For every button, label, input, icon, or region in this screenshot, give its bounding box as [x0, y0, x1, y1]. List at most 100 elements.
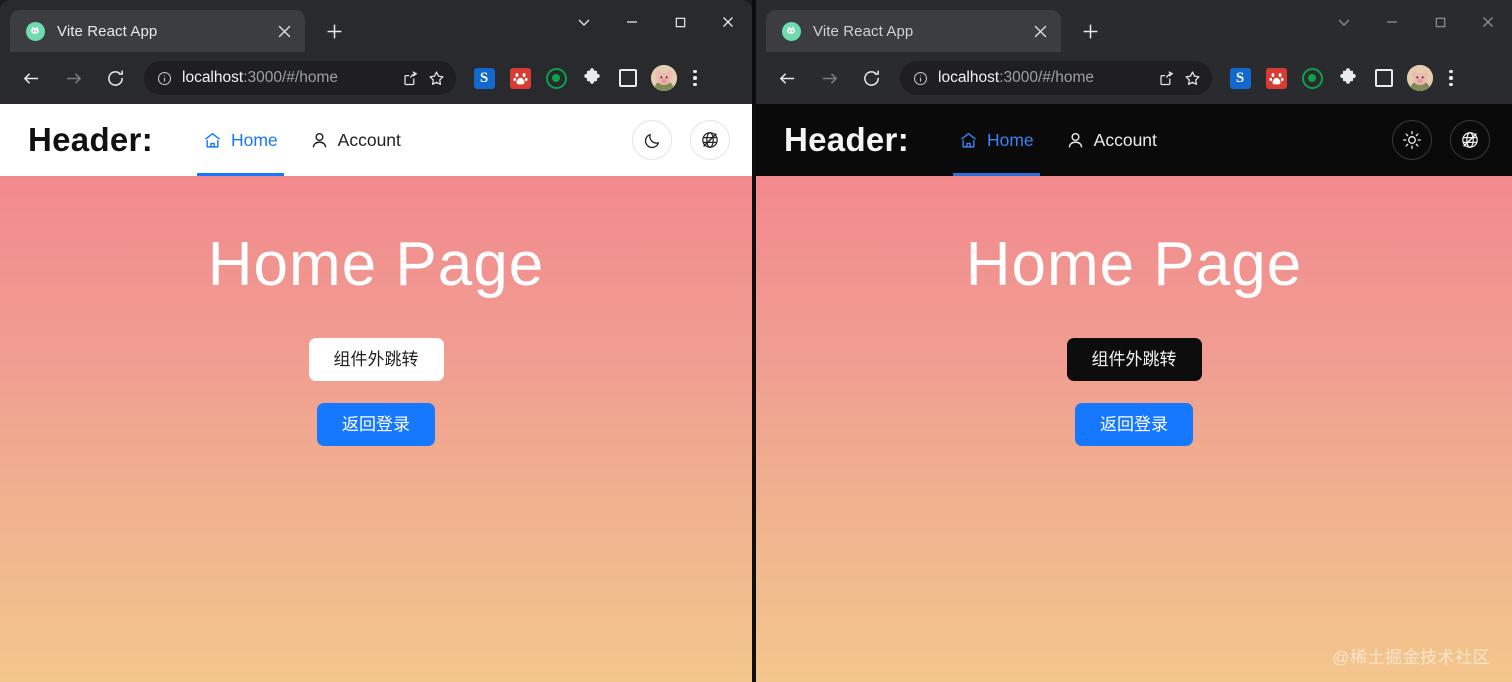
language-toggle-button[interactable]	[1450, 120, 1490, 160]
tab-close-icon[interactable]	[273, 20, 295, 42]
nav-item-label: Home	[986, 129, 1034, 150]
app-nav: Home Account	[943, 104, 1173, 176]
dual-window-screenshot: Vite React App localhost:3000/#/home S H…	[0, 0, 1512, 682]
puzzle-extensions-icon[interactable]	[1330, 61, 1366, 95]
rabbit-favicon	[26, 21, 45, 41]
web-page-dark: Header: Home Account Home Page 组件外跳转 返回登…	[756, 104, 1512, 682]
new-tab-button[interactable]	[1075, 16, 1105, 46]
app-nav: Home Account	[187, 104, 417, 176]
sogou-extension-icon[interactable]: S	[466, 61, 502, 95]
browser-window-dark: Vite React App localhost:3000/#/home S H…	[756, 0, 1512, 682]
nav-item-label: Account	[337, 129, 401, 150]
nav-item-account[interactable]: Account	[294, 104, 417, 176]
sidepanel-icon[interactable]	[1366, 61, 1402, 95]
share-icon[interactable]	[398, 66, 422, 90]
sidepanel-icon[interactable]	[610, 61, 646, 95]
nav-item-home[interactable]: Home	[187, 104, 294, 176]
window-controls	[1320, 0, 1512, 44]
tab-title: Vite React App	[57, 22, 158, 40]
star-icon[interactable]	[1180, 66, 1204, 90]
close-icon[interactable]	[704, 0, 752, 44]
reload-icon[interactable]	[98, 61, 132, 95]
share-icon[interactable]	[1154, 66, 1178, 90]
close-icon[interactable]	[1464, 0, 1512, 44]
page-title: Header:	[28, 121, 153, 158]
baidu-extension-icon[interactable]	[502, 61, 538, 95]
hero-title: Home Page	[965, 230, 1303, 299]
user-icon	[1066, 131, 1085, 150]
url-text: localhost:3000/#/home	[182, 69, 396, 87]
extensions-row: S	[1222, 61, 1464, 95]
target-ring-extension-icon[interactable]	[1294, 61, 1330, 95]
new-tab-button[interactable]	[319, 16, 349, 46]
tab-strip: Vite React App	[756, 0, 1512, 52]
kebab-menu-icon[interactable]	[1438, 61, 1464, 95]
url-host: localhost	[182, 69, 244, 86]
header-actions	[1392, 120, 1490, 160]
forward-arrow-icon[interactable]	[56, 61, 90, 95]
moon-icon	[643, 131, 662, 150]
page-title: Header:	[784, 121, 909, 158]
user-icon	[310, 131, 329, 150]
window-controls	[560, 0, 752, 44]
url-text: localhost:3000/#/home	[938, 69, 1152, 87]
profile-avatar[interactable]	[1402, 61, 1438, 95]
tab-title: Vite React App	[813, 22, 914, 40]
globe-slash-icon	[700, 130, 720, 150]
url-host: localhost	[938, 69, 1000, 86]
star-icon[interactable]	[424, 66, 448, 90]
browser-window-light: Vite React App localhost:3000/#/home S H…	[0, 0, 752, 682]
minimize-icon[interactable]	[608, 0, 656, 44]
maximize-icon[interactable]	[656, 0, 704, 44]
url-path: :3000/#/home	[999, 69, 1094, 86]
kebab-menu-icon[interactable]	[682, 61, 708, 95]
hero-title: Home Page	[207, 230, 545, 299]
target-ring-extension-icon[interactable]	[538, 61, 574, 95]
nav-item-label: Account	[1093, 129, 1157, 150]
rabbit-favicon	[782, 21, 801, 41]
watermark: @稀土掘金技术社区	[1332, 648, 1490, 667]
extensions-row: S	[466, 61, 708, 95]
globe-slash-icon	[1460, 130, 1480, 150]
address-bar[interactable]: localhost:3000/#/home	[900, 61, 1212, 95]
browser-toolbar: localhost:3000/#/home S	[0, 52, 752, 104]
nav-item-account[interactable]: Account	[1050, 104, 1173, 176]
info-circle-icon[interactable]	[154, 68, 174, 88]
reload-icon[interactable]	[854, 61, 888, 95]
external-jump-button[interactable]: 组件外跳转	[308, 338, 444, 381]
maximize-icon[interactable]	[1416, 0, 1464, 44]
minimize-icon[interactable]	[1368, 0, 1416, 44]
back-to-login-button[interactable]: 返回登录	[1075, 403, 1193, 446]
home-icon	[203, 131, 222, 150]
forward-arrow-icon[interactable]	[812, 61, 846, 95]
app-header: Header: Home Account	[756, 104, 1512, 176]
browser-toolbar: localhost:3000/#/home S	[756, 52, 1512, 104]
browser-tab[interactable]: Vite React App	[10, 10, 305, 52]
theme-toggle-button[interactable]	[1392, 120, 1432, 160]
info-circle-icon[interactable]	[910, 68, 930, 88]
hero-section: Home Page 组件外跳转 返回登录	[0, 176, 752, 682]
back-to-login-button[interactable]: 返回登录	[317, 403, 435, 446]
web-page-light: Header: Home Account Home Page 组件外跳转 返回登…	[0, 104, 752, 682]
theme-toggle-button[interactable]	[632, 120, 672, 160]
tab-strip: Vite React App	[0, 0, 752, 52]
home-icon	[959, 131, 978, 150]
back-arrow-icon[interactable]	[770, 61, 804, 95]
tab-close-icon[interactable]	[1029, 20, 1051, 42]
address-bar[interactable]: localhost:3000/#/home	[144, 61, 456, 95]
back-arrow-icon[interactable]	[14, 61, 48, 95]
chevron-down-icon[interactable]	[560, 0, 608, 44]
url-path: :3000/#/home	[243, 69, 338, 86]
browser-tab[interactable]: Vite React App	[766, 10, 1061, 52]
hero-section: Home Page 组件外跳转 返回登录 @稀土掘金技术社区	[756, 176, 1512, 682]
profile-avatar[interactable]	[646, 61, 682, 95]
sogou-extension-icon[interactable]: S	[1222, 61, 1258, 95]
external-jump-button[interactable]: 组件外跳转	[1066, 338, 1202, 381]
nav-item-home[interactable]: Home	[943, 104, 1050, 176]
header-actions	[632, 120, 730, 160]
baidu-extension-icon[interactable]	[1258, 61, 1294, 95]
sun-icon	[1402, 130, 1422, 150]
puzzle-extensions-icon[interactable]	[574, 61, 610, 95]
language-toggle-button[interactable]	[690, 120, 730, 160]
chevron-down-icon[interactable]	[1320, 0, 1368, 44]
